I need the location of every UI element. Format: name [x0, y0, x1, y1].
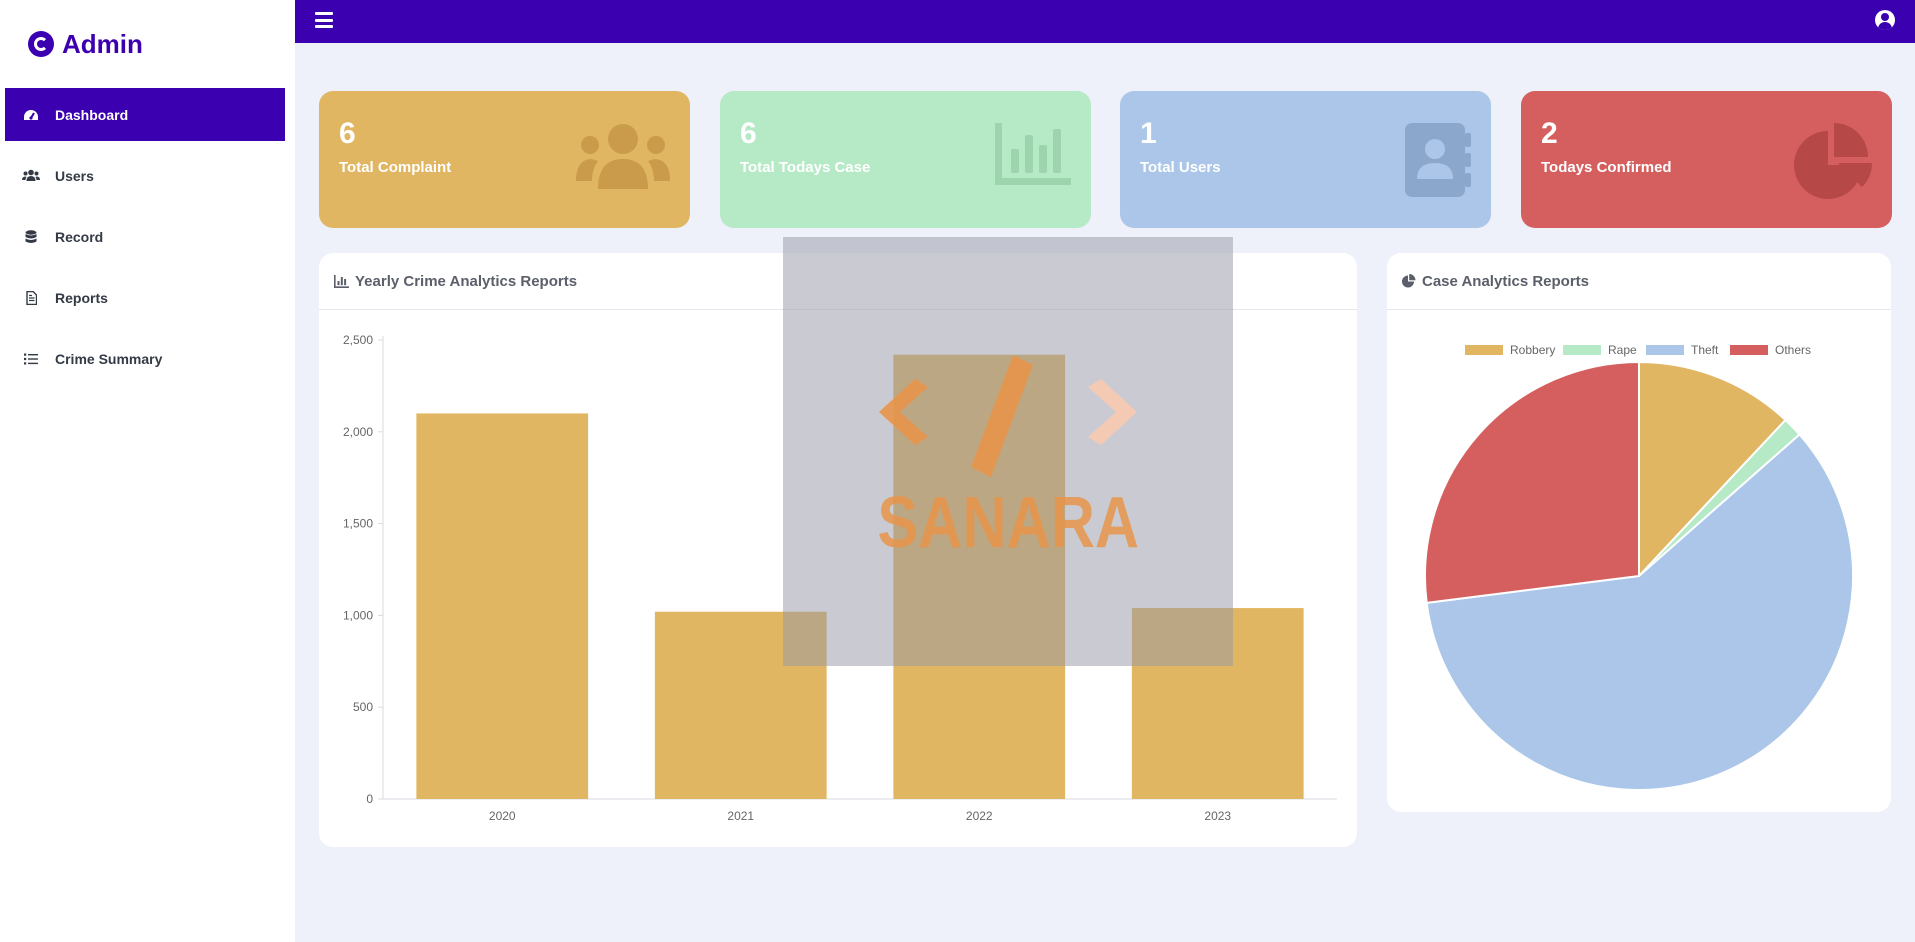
- panel-header: Case Analytics Reports: [1387, 253, 1891, 310]
- list-icon: [21, 351, 41, 367]
- y-tick-label: 1,500: [343, 517, 373, 531]
- legend-item: Others: [1730, 343, 1811, 357]
- bar-chart-icon: [995, 123, 1071, 190]
- sidebar-item-reports[interactable]: Reports: [5, 271, 285, 324]
- panel-title: Yearly Crime Analytics Reports: [355, 272, 578, 290]
- y-tick-label: 500: [353, 700, 373, 714]
- legend-label: Others: [1775, 343, 1811, 357]
- sidebar-nav: Dashboard Users Record Reports Crime Sum…: [0, 88, 295, 385]
- chart-bar-icon: [334, 274, 349, 288]
- stat-card-total-todays-case: 6 Total Todays Case: [720, 91, 1091, 228]
- bar-2020: [416, 413, 589, 799]
- sidebar-item-users[interactable]: Users: [5, 149, 285, 202]
- y-tick-label: 1,000: [343, 608, 373, 622]
- brand-logo-icon: [28, 31, 54, 57]
- sidebar-item-label: Record: [55, 228, 104, 245]
- legend-item: Robbery: [1465, 343, 1555, 357]
- stat-card-total-users: 1 Total Users: [1120, 91, 1491, 228]
- sidebar-item-crime-summary[interactable]: Crime Summary: [5, 332, 285, 385]
- code-logo-icon: SANARA: [877, 355, 1139, 563]
- y-tick-label: 0: [366, 792, 373, 806]
- x-tick-label: 2020: [489, 809, 516, 823]
- legend-swatch: [1730, 345, 1768, 355]
- x-tick-label: 2022: [966, 809, 993, 823]
- legend-swatch: [1646, 345, 1684, 355]
- pie-slice-others: [1424, 360, 1640, 604]
- sidebar-item-record[interactable]: Record: [5, 210, 285, 263]
- stat-card-total-complaint: 6 Total Complaint: [319, 91, 690, 228]
- sidebar-item-label: Crime Summary: [55, 350, 163, 367]
- case-analytics-panel: Case Analytics Reports Robbery Rape Theft O…: [1387, 253, 1891, 812]
- x-tick-label: 2021: [727, 809, 754, 823]
- topbar: [295, 0, 1915, 43]
- file-icon: [21, 290, 41, 306]
- database-icon: [21, 229, 41, 245]
- sidebar-item-label: Reports: [55, 289, 108, 306]
- user-circle-icon[interactable]: [1875, 10, 1895, 30]
- sidebar-item-label: Users: [55, 167, 94, 184]
- legend-swatch: [1563, 345, 1601, 355]
- tachometer-icon: [21, 107, 41, 123]
- legend-swatch: [1465, 345, 1503, 355]
- stat-card-todays-confirmed: 2 Todays Confirmed: [1521, 91, 1892, 228]
- brand-title: Admin: [62, 28, 143, 59]
- legend-label: Theft: [1691, 343, 1719, 357]
- legend-label: Robbery: [1510, 343, 1555, 357]
- legend-item: Rape: [1563, 343, 1637, 357]
- legend-item: Theft: [1646, 343, 1719, 357]
- chart-pie-icon: [1402, 274, 1416, 288]
- brand[interactable]: Admin: [0, 0, 295, 88]
- x-tick-label: 2023: [1204, 809, 1231, 823]
- users-icon: [576, 123, 670, 194]
- panel-title: Case Analytics Reports: [1422, 272, 1590, 290]
- hamburger-menu-icon[interactable]: [315, 12, 333, 28]
- pie-chart: Robbery Rape Theft Others: [1424, 343, 1854, 791]
- users-icon: [21, 168, 41, 184]
- legend-label: Rape: [1608, 343, 1637, 357]
- contact-card-icon: [1405, 123, 1471, 202]
- sidebar-item-dashboard[interactable]: Dashboard: [5, 88, 285, 141]
- y-tick-label: 2,000: [343, 425, 373, 439]
- sidebar: Admin Dashboard Users Record Reports Cri…: [0, 0, 295, 942]
- watermark-text: SANARA: [877, 483, 1139, 563]
- pie-chart-icon: [1792, 123, 1872, 204]
- watermark-overlay: SANARA: [783, 237, 1233, 666]
- y-tick-label: 2,500: [343, 333, 373, 347]
- sidebar-item-label: Dashboard: [55, 106, 129, 123]
